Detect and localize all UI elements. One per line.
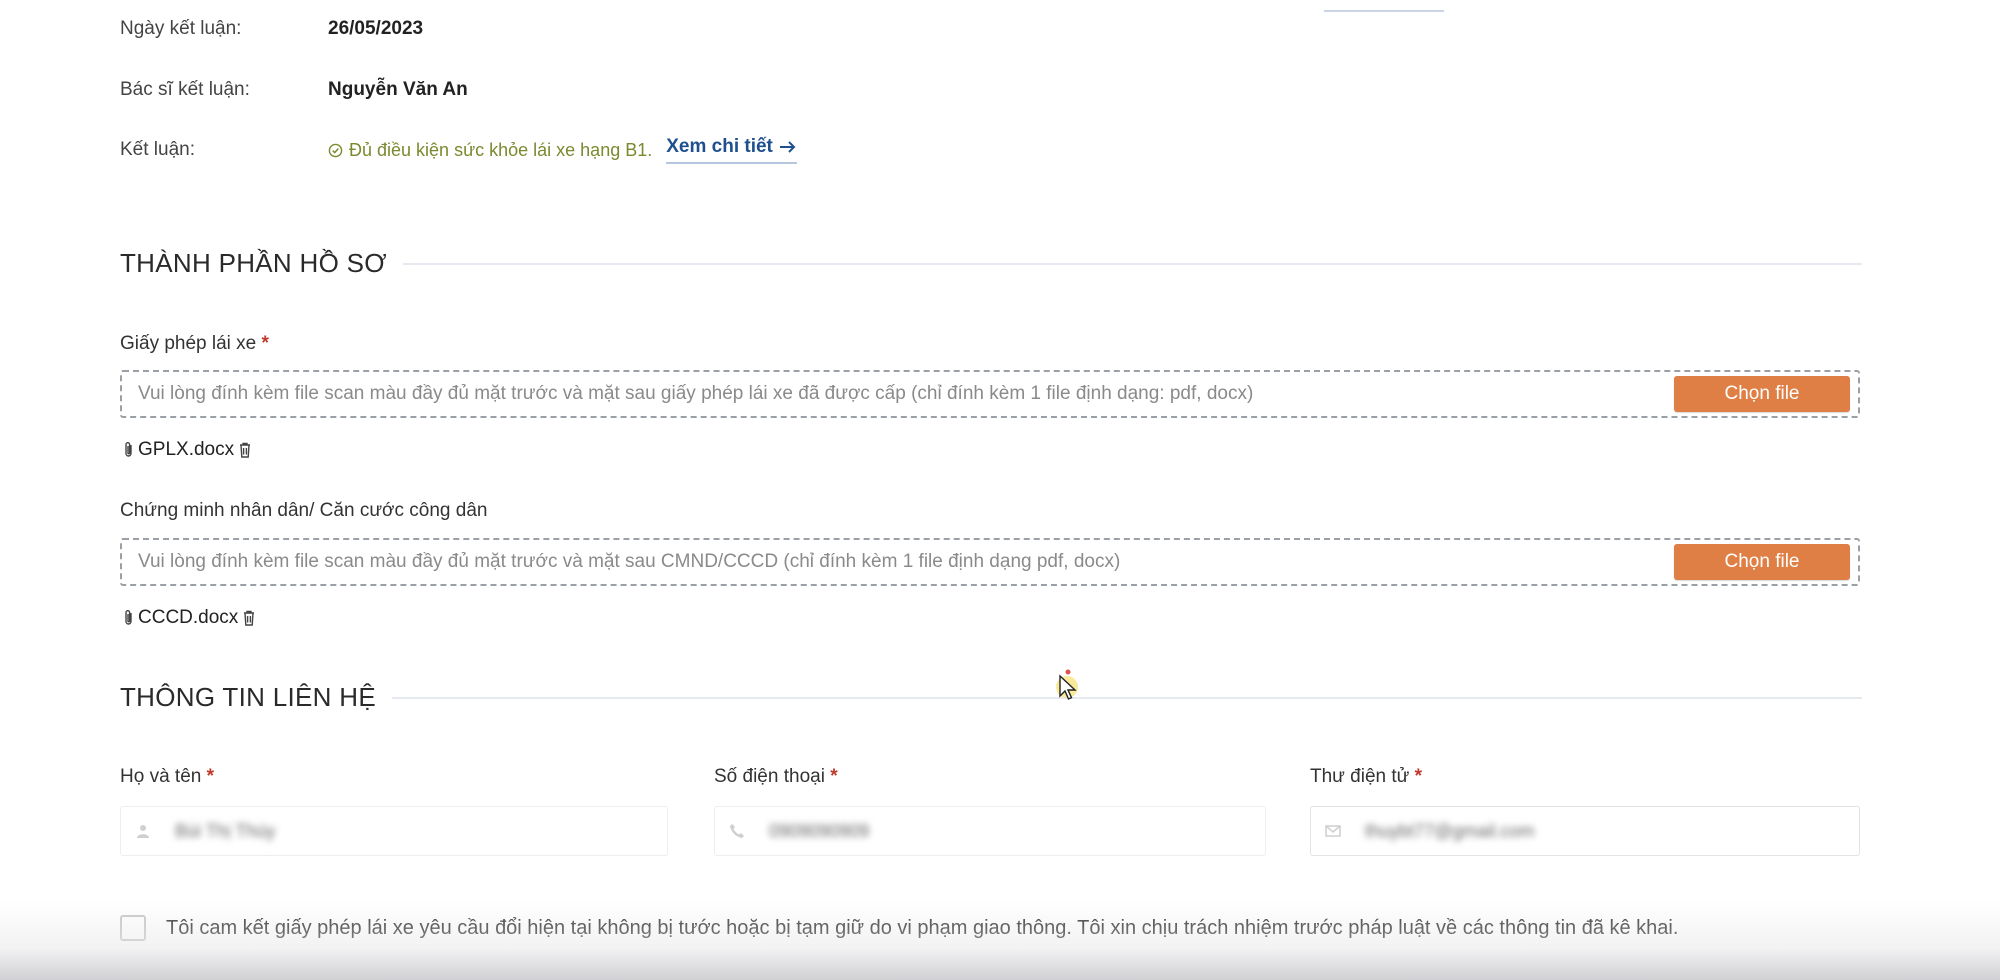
- commitment-checkbox[interactable]: [120, 915, 146, 941]
- mouse-cursor-icon: [1056, 669, 1078, 700]
- phone-input[interactable]: 0909090909: [714, 806, 1266, 856]
- phone-value: 0909090909: [769, 820, 870, 841]
- license-choose-file-button[interactable]: Chọn file: [1674, 376, 1850, 412]
- required-mark: *: [261, 333, 269, 354]
- commitment-text: Tôi cam kết giấy phép lái xe yêu cầu đổi…: [166, 916, 1679, 939]
- documents-section-title: THÀNH PHẦN HỒ SƠ: [120, 248, 387, 278]
- required-mark: *: [830, 766, 838, 787]
- view-detail-link[interactable]: Xem chi tiết: [666, 136, 797, 164]
- doctor-value: Nguyễn Văn An: [328, 79, 468, 100]
- id-card-label-text: Chứng minh nhân dân/ Căn cước công dân: [120, 500, 488, 521]
- paperclip-icon: [125, 610, 132, 625]
- documents-section-heading: THÀNH PHẦN HỒ SƠ: [120, 248, 1862, 279]
- arrow-right-icon: [779, 141, 796, 153]
- license-field-label: Giấy phép lái xe *: [120, 333, 269, 355]
- conclusion-value: Đủ điều kiện sức khỏe lái xe hạng B1.: [328, 140, 652, 161]
- required-mark: *: [1414, 766, 1423, 787]
- view-detail-label: Xem chi tiết: [666, 136, 773, 157]
- section-divider: [402, 262, 1862, 265]
- check-circle-icon: [328, 143, 343, 157]
- paperclip-icon: [125, 442, 132, 457]
- user-icon: [137, 825, 149, 838]
- contact-section-title: THÔNG TIN LIÊN HỆ: [120, 682, 376, 712]
- id-card-upload-dropzone[interactable]: Vui lòng đính kèm file scan màu đầy đủ m…: [120, 538, 1860, 586]
- phone-icon: [730, 824, 744, 838]
- full-name-value: Bùi Thị Thúy: [175, 820, 276, 841]
- conclusion-label: Kết luận:: [120, 139, 195, 160]
- email-value: thuybt77@gmail.com: [1365, 820, 1535, 841]
- id-card-upload-placeholder: Vui lòng đính kèm file scan màu đầy đủ m…: [138, 551, 1121, 572]
- doctor-label: Bác sĩ kết luận:: [120, 79, 250, 100]
- full-name-input[interactable]: Bùi Thị Thúy: [120, 806, 668, 856]
- id-card-file-name[interactable]: CCCD.docx: [138, 607, 238, 629]
- id-card-attached-file: CCCD.docx: [122, 607, 256, 629]
- email-label-text: Thư điện tử: [1310, 766, 1410, 787]
- doctor-row: Bác sĩ kết luận: Nguyễn Văn An: [120, 75, 468, 105]
- commitment-row: Tôi cam kết giấy phép lái xe yêu cầu đổi…: [120, 915, 1678, 941]
- license-file-name[interactable]: GPLX.docx: [138, 439, 234, 461]
- conclusion-date-label: Ngày kết luận:: [120, 18, 242, 39]
- id-card-field-label: Chứng minh nhân dân/ Căn cước công dân: [120, 500, 487, 522]
- phone-label-text: Số điện thoại: [714, 766, 825, 787]
- conclusion-date-value: 26/05/2023: [328, 18, 424, 39]
- email-label: Thư điện tử *: [1310, 766, 1422, 788]
- contact-section-heading: THÔNG TIN LIÊN HỆ: [120, 682, 1862, 713]
- id-card-choose-file-button[interactable]: Chọn file: [1674, 544, 1850, 580]
- email-input[interactable]: thuybt77@gmail.com: [1310, 806, 1860, 856]
- conclusion-date-row: Ngày kết luận: 26/05/2023: [120, 14, 423, 44]
- license-upload-dropzone[interactable]: Vui lòng đính kèm file scan màu đầy đủ m…: [120, 370, 1860, 418]
- required-mark: *: [206, 766, 215, 787]
- license-upload-placeholder: Vui lòng đính kèm file scan màu đầy đủ m…: [138, 383, 1254, 404]
- page: Ngày kết luận: 26/05/2023 Bác sĩ kết luậ…: [0, 0, 2000, 980]
- full-name-label-text: Họ và tên: [120, 766, 202, 787]
- phone-label: Số điện thoại *: [714, 766, 838, 788]
- trash-icon[interactable]: [238, 441, 252, 459]
- top-link-stub[interactable]: [1324, 0, 1444, 12]
- trash-icon[interactable]: [242, 609, 256, 627]
- license-attached-file: GPLX.docx: [122, 439, 252, 461]
- full-name-label: Họ và tên *: [120, 766, 214, 788]
- section-divider: [392, 696, 1862, 699]
- conclusion-text: Đủ điều kiện sức khỏe lái xe hạng B1.: [349, 139, 653, 160]
- conclusion-row: Kết luận: Đủ điều kiện sức khỏe lái xe h…: [120, 135, 797, 165]
- license-label-text: Giấy phép lái xe: [120, 333, 257, 354]
- mail-icon: [1325, 825, 1341, 837]
